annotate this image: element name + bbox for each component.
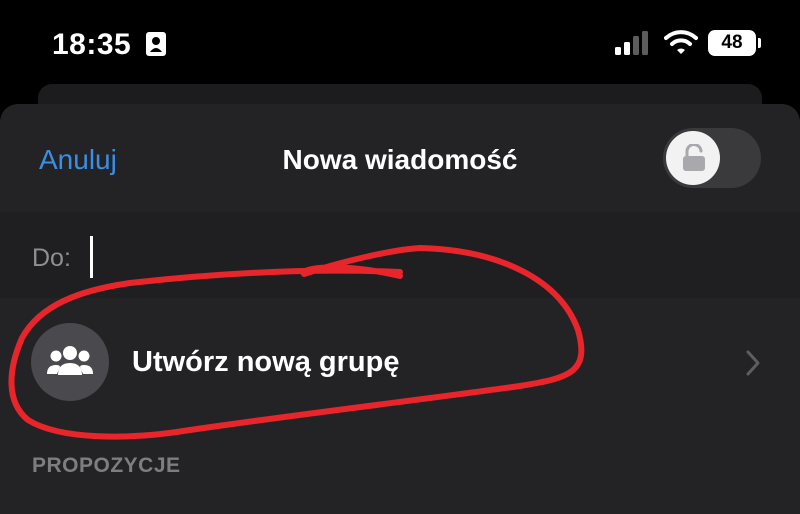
wifi-icon xyxy=(664,30,698,54)
suggestions-header: PROPOZYCJE xyxy=(32,454,181,477)
battery-tip xyxy=(758,38,761,48)
id-card-icon xyxy=(146,32,166,56)
group-avatar xyxy=(31,323,109,401)
create-group-row[interactable]: Utwórz nową grupę xyxy=(0,298,800,428)
to-label: Do: xyxy=(32,244,71,272)
sheet-header: Anuluj Nowa wiadomość xyxy=(0,104,800,212)
battery-icon: 48 xyxy=(708,30,756,56)
chevron-right-icon xyxy=(746,350,760,376)
lock-icon xyxy=(683,144,705,171)
toggle-knob xyxy=(666,131,720,185)
vanish-mode-toggle[interactable] xyxy=(663,128,761,188)
text-caret xyxy=(90,236,93,278)
recipient-row: Do: xyxy=(0,212,800,298)
new-message-sheet: Anuluj Nowa wiadomość Do: Utwórz nową gr… xyxy=(0,104,800,514)
status-time: 18:35 xyxy=(52,28,132,61)
people-icon xyxy=(47,346,93,375)
signal-icon xyxy=(615,31,648,55)
create-group-label: Utwórz nową grupę xyxy=(132,346,400,378)
status-bar: 18:35 48 xyxy=(0,0,800,90)
recipient-input[interactable] xyxy=(88,238,692,278)
